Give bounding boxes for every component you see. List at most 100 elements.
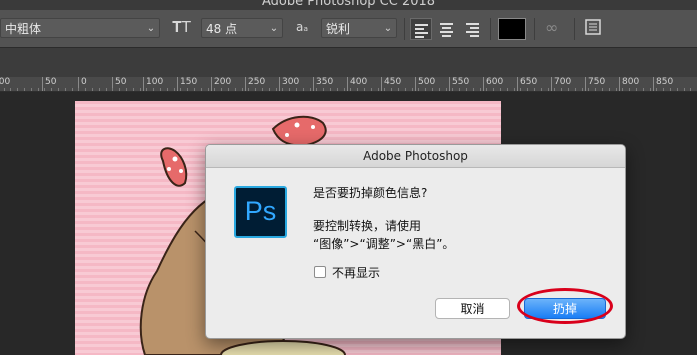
ruler-minor-tick: [302, 88, 304, 91]
ruler-minor-tick: [187, 88, 189, 91]
warp-text-icon[interactable]: ∞: [545, 18, 558, 37]
ruler-minor-tick: [289, 88, 291, 91]
ruler-minor-tick: [384, 88, 386, 91]
align-center-icon[interactable]: [436, 18, 458, 40]
ruler-minor-tick: [214, 88, 216, 91]
ruler-minor-tick: [425, 88, 427, 91]
font-size-select[interactable]: 48 点 ⌄: [201, 18, 283, 38]
antialias-select[interactable]: 锐利 ⌄: [321, 18, 397, 38]
ruler-minor-tick: [364, 88, 365, 91]
ruler-minor-tick: [581, 88, 583, 91]
font-size-value: 48 点: [206, 22, 238, 36]
photoshop-app-icon: Ps: [234, 186, 287, 238]
ruler-minor-tick: [561, 88, 563, 91]
ruler-minor-tick: [296, 88, 297, 91]
ruler-minor-tick: [636, 88, 637, 91]
ruler-minor-tick: [10, 88, 12, 91]
ruler-minor-tick: [588, 88, 590, 91]
ruler-label: 500: [418, 77, 436, 87]
ruler-minor-tick: [194, 88, 195, 91]
ruler-minor-tick: [690, 88, 692, 91]
ruler-minor-tick: [180, 88, 182, 91]
ruler-minor-tick: [85, 88, 87, 91]
ruler-minor-tick: [309, 88, 311, 91]
ruler-minor-tick: [153, 88, 155, 91]
ruler-label: 400: [350, 77, 368, 87]
divider: [490, 18, 491, 40]
chevron-down-icon: ⌄: [383, 23, 393, 34]
ruler-minor-tick: [343, 88, 345, 91]
ruler-minor-tick: [255, 88, 257, 91]
ruler-minor-tick: [105, 88, 107, 91]
ruler-label: 450: [384, 77, 402, 87]
ruler-minor-tick: [282, 88, 284, 91]
align-right-icon[interactable]: [462, 18, 484, 40]
ruler-label: 50: [115, 77, 127, 87]
ruler-minor-tick: [44, 88, 46, 91]
ruler-minor-tick: [411, 88, 413, 91]
ruler-minor-tick: [98, 88, 100, 91]
ruler-minor-tick: [377, 88, 379, 91]
ruler-minor-tick: [228, 88, 229, 91]
ruler-minor-tick: [350, 88, 352, 91]
ruler-minor-tick: [608, 88, 610, 91]
ruler-minor-tick: [506, 88, 508, 91]
ruler-minor-tick: [78, 88, 80, 91]
ruler-minor-tick: [112, 88, 114, 91]
ruler-minor-tick: [472, 88, 474, 91]
dont-show-again-label: 不再显示: [332, 266, 381, 280]
text-color-swatch[interactable]: [498, 18, 526, 40]
font-family-select[interactable]: 中粗体 ⌄: [0, 18, 160, 38]
divider: [574, 18, 575, 40]
photoshop-icon-text: Ps: [244, 196, 277, 226]
dialog-title: Adobe Photoshop: [206, 145, 625, 168]
ruler-minor-tick: [30, 88, 32, 91]
ruler-minor-tick: [554, 88, 556, 91]
dialog-hint-line1: 要控制转换，请使用: [313, 219, 422, 233]
ruler-label: 0: [81, 77, 87, 87]
ruler-minor-tick: [248, 88, 250, 91]
ruler-label: 850: [656, 77, 674, 87]
ruler-minor-tick: [132, 88, 134, 91]
ruler-minor-tick: [534, 88, 535, 91]
ruler-minor-tick: [622, 88, 624, 91]
antialias-icon: aₐ: [296, 20, 309, 34]
options-bar: 中粗体 ⌄ 𝚻T 48 点 ⌄ aₐ 锐利 ⌄ ∞: [0, 10, 697, 48]
ruler-minor-tick: [323, 88, 325, 91]
ruler-minor-tick: [452, 88, 454, 91]
ruler-minor-tick: [24, 88, 25, 91]
ruler-minor-tick: [17, 88, 19, 91]
ruler-minor-tick: [445, 88, 447, 91]
ruler-minor-tick: [139, 88, 141, 91]
ruler-minor-tick: [262, 88, 263, 91]
ruler-label: 150: [180, 77, 198, 87]
ruler-label: 100: [146, 77, 164, 87]
divider: [534, 18, 535, 40]
ruler-minor-tick: [58, 88, 59, 91]
align-left-icon[interactable]: [410, 18, 432, 40]
ruler-minor-tick: [663, 88, 665, 91]
ruler-minor-tick: [500, 88, 501, 91]
ruler-label: 300: [282, 77, 300, 87]
ruler-minor-tick: [316, 88, 318, 91]
font-family-value: 中粗体: [5, 22, 42, 36]
ruler-minor-tick: [166, 88, 168, 91]
cancel-button[interactable]: 取消: [435, 298, 510, 319]
ruler-minor-tick: [547, 88, 549, 91]
ruler-minor-tick: [37, 88, 39, 91]
ruler-minor-tick: [160, 88, 161, 91]
chevron-down-icon: ⌄: [269, 23, 279, 34]
ruler-label: 550: [452, 77, 470, 87]
ruler-minor-tick: [64, 88, 66, 91]
ruler-minor-tick: [357, 88, 359, 91]
ruler-minor-tick: [51, 88, 53, 91]
ruler-label: 600: [486, 77, 504, 87]
font-size-icon: 𝚻T: [172, 18, 191, 36]
ruler-minor-tick: [520, 88, 522, 91]
ruler-minor-tick: [173, 88, 175, 91]
panels-toggle-icon[interactable]: [585, 19, 601, 39]
ruler-minor-tick: [241, 88, 243, 91]
dont-show-again-checkbox[interactable]: [314, 266, 326, 278]
ruler-minor-tick: [670, 88, 671, 91]
ruler-label: 800: [622, 77, 640, 87]
